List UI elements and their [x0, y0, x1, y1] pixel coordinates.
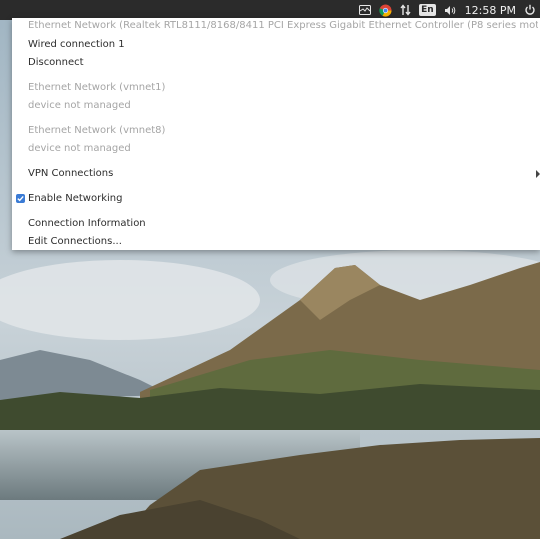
- submenu-arrow-icon: [536, 170, 540, 178]
- connection-information-item[interactable]: Connection Information: [28, 216, 146, 232]
- power-icon[interactable]: [524, 0, 536, 20]
- keyboard-lang-icon[interactable]: En: [419, 0, 436, 20]
- language-indicator: En: [419, 4, 436, 16]
- clock[interactable]: 12:58 PM: [465, 0, 516, 20]
- network-arrows-icon[interactable]: [400, 0, 411, 20]
- vmnet1-section-header: Ethernet Network (vmnet1): [28, 82, 166, 93]
- top-panel: En 12:58 PM: [0, 0, 540, 20]
- wired-connection-item[interactable]: Wired connection 1: [28, 37, 125, 53]
- edit-connections-item[interactable]: Edit Connections...: [28, 234, 122, 250]
- vmnet8-status: device not managed: [28, 143, 131, 154]
- vpn-connections-item[interactable]: VPN Connections: [28, 166, 113, 182]
- enable-networking-checkbox[interactable]: [16, 194, 25, 203]
- chrome-icon[interactable]: [379, 0, 392, 20]
- volume-icon[interactable]: [444, 0, 457, 20]
- realtek-section-header: Ethernet Network (Realtek RTL8111/8168/8…: [28, 20, 538, 31]
- vmnet8-section-header: Ethernet Network (vmnet8): [28, 125, 166, 136]
- network-menu: Ethernet Network (Realtek RTL8111/8168/8…: [12, 18, 540, 250]
- enable-networking-item[interactable]: Enable Networking: [28, 191, 122, 207]
- mail-icon[interactable]: [359, 0, 372, 20]
- vmnet1-status: device not managed: [28, 100, 131, 111]
- clock-text: 12:58 PM: [464, 3, 516, 17]
- disconnect-item[interactable]: Disconnect: [28, 55, 84, 71]
